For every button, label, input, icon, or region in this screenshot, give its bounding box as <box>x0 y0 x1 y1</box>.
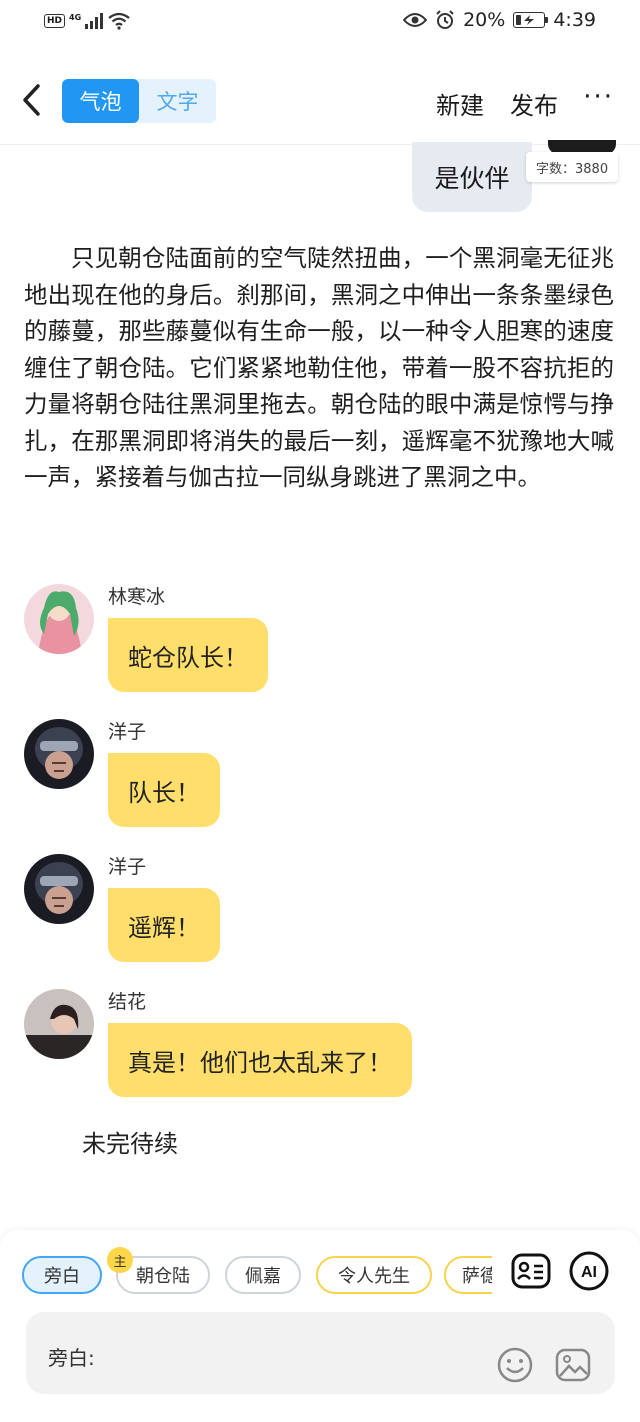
avatar[interactable] <box>24 989 94 1059</box>
hd-icon: HD <box>44 14 66 28</box>
image-icon[interactable] <box>554 1346 592 1384</box>
ai-icon[interactable]: AI <box>568 1250 610 1292</box>
network-type: 4G <box>69 13 82 22</box>
svg-text:AI: AI <box>581 1264 597 1281</box>
chat-bubble[interactable]: 遥辉！ <box>108 888 220 962</box>
battery-percent: 20% <box>463 9 506 31</box>
signal-icon <box>85 13 104 29</box>
tab-text[interactable]: 文字 <box>139 79 216 123</box>
battery-icon <box>513 12 549 28</box>
charging-icon <box>524 15 535 25</box>
tab-bubble[interactable]: 气泡 <box>62 79 139 123</box>
more-options-icon[interactable]: ··· <box>583 82 614 112</box>
chat-bubble[interactable]: 真是！他们也太乱来了！ <box>108 1023 412 1097</box>
nav-divider <box>0 144 640 145</box>
role-chip-narrator[interactable]: 旁白 <box>22 1256 102 1294</box>
view-mode-toggle: 气泡 文字 <box>62 79 216 123</box>
new-button[interactable]: 新建 <box>436 86 484 121</box>
back-icon[interactable] <box>18 78 48 122</box>
main-role-badge: 主 <box>107 1247 133 1273</box>
chat-bubble[interactable]: 队长！ <box>108 753 220 827</box>
role-chip[interactable]: 佩嘉 <box>225 1256 301 1294</box>
role-card-icon[interactable] <box>510 1250 552 1292</box>
top-nav: 气泡 文字 新建 发布 ··· <box>0 66 640 138</box>
status-left: HD 4G <box>44 12 131 30</box>
sender-name: 洋子 <box>108 856 147 878</box>
status-right: 20% 4:39 <box>403 9 596 31</box>
battery-level <box>516 15 522 25</box>
chat-bubble-self[interactable]: 是伙伴 <box>412 142 532 212</box>
clock: 4:39 <box>553 9 596 31</box>
role-chip[interactable]: 萨德 <box>444 1256 492 1294</box>
word-count-badge: 字数：3880 <box>526 152 619 182</box>
narration-text[interactable]: 只见朝仓陆面前的空气陡然扭曲，一个黑洞毫无征兆地出现在他的身后。刹那间，黑洞之中… <box>24 240 614 496</box>
role-chip-clip: 萨德 <box>444 1250 492 1300</box>
avatar[interactable] <box>24 719 94 789</box>
eye-icon <box>403 13 428 27</box>
role-chip[interactable]: 令人先生 <box>316 1256 432 1294</box>
sender-name: 林寒冰 <box>108 586 166 608</box>
chat-bubble[interactable]: 蛇仓队长！ <box>108 618 268 692</box>
avatar[interactable] <box>24 854 94 924</box>
status-bar: HD 4G 20% 4:39 <box>0 0 640 44</box>
input-role-label: 旁白: <box>48 1346 95 1370</box>
publish-button[interactable]: 发布 <box>510 86 558 121</box>
alarm-icon <box>436 10 454 29</box>
emoji-icon[interactable] <box>496 1346 534 1384</box>
sender-name: 结花 <box>108 991 147 1013</box>
avatar[interactable] <box>24 584 94 654</box>
sender-name: 洋子 <box>108 721 147 743</box>
ending-text[interactable]: 未完待续 <box>82 1124 178 1159</box>
wifi-icon <box>108 12 130 30</box>
